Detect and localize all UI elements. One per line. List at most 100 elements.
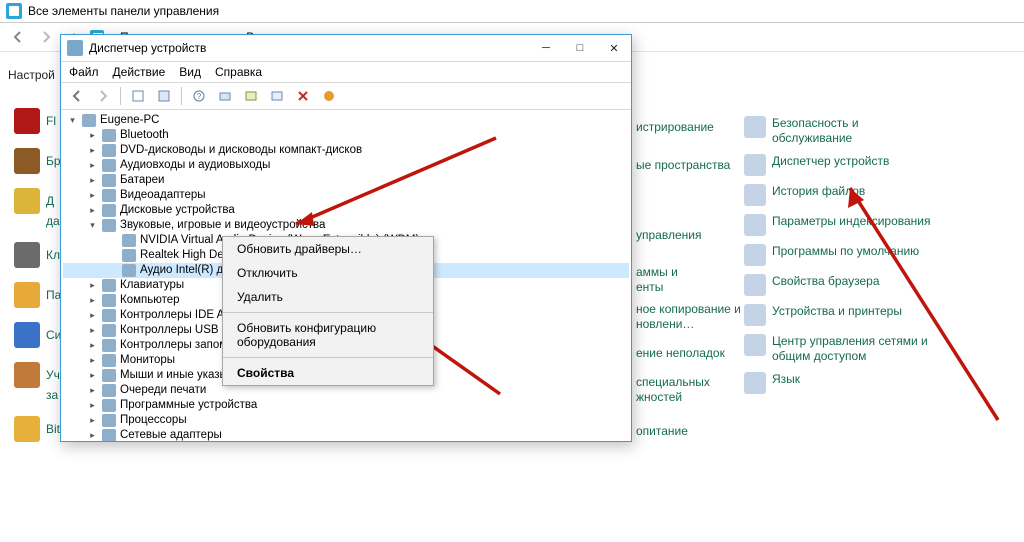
fragment[interactable]: аммы и bbox=[636, 265, 678, 279]
link-device-manager[interactable]: Диспетчер устройств bbox=[744, 150, 994, 180]
device-icon bbox=[102, 339, 116, 352]
menu-view[interactable]: Вид bbox=[179, 65, 201, 79]
expander-icon[interactable]: ▾ bbox=[87, 218, 98, 233]
tree-category[interactable]: ▸Bluetooth bbox=[63, 128, 629, 143]
expander-icon[interactable]: ▸ bbox=[87, 368, 98, 383]
tree-root[interactable]: ▾ Eugene-PC bbox=[63, 113, 629, 128]
maximize-button[interactable]: □ bbox=[563, 35, 597, 61]
expander-icon[interactable]: ▸ bbox=[87, 323, 98, 338]
expander-icon[interactable]: ▸ bbox=[87, 353, 98, 368]
expander-icon[interactable]: ▸ bbox=[87, 188, 98, 203]
fragment[interactable]: опитание bbox=[636, 424, 688, 438]
link-devices-printers[interactable]: Устройства и принтеры bbox=[744, 300, 994, 330]
expander-icon[interactable]: ▸ bbox=[87, 203, 98, 218]
minimize-button[interactable]: ─ bbox=[529, 35, 563, 61]
fragment[interactable]: истрирование bbox=[636, 120, 714, 134]
device-icon bbox=[102, 174, 116, 187]
expander-icon[interactable]: ▸ bbox=[87, 158, 98, 173]
expander-icon[interactable]: ▸ bbox=[87, 278, 98, 293]
link-security[interactable]: Безопасность и обслуживание bbox=[744, 112, 994, 150]
update-driver-button[interactable] bbox=[239, 84, 263, 108]
device-icon bbox=[102, 144, 116, 157]
device-icon bbox=[102, 414, 116, 427]
history-icon bbox=[744, 184, 766, 206]
back-button[interactable] bbox=[65, 84, 89, 108]
ctx-scan[interactable]: Обновить конфигурацию оборудования bbox=[223, 316, 433, 354]
svg-text:?: ? bbox=[197, 92, 202, 101]
tree-category[interactable]: ▸Дисковые устройства bbox=[63, 203, 629, 218]
left-partial-column: Fl Бр Д да Кл Па Си Уч за Bit bbox=[14, 108, 61, 442]
link-language[interactable]: Язык bbox=[744, 368, 994, 398]
expander-icon[interactable]: ▸ bbox=[87, 413, 98, 428]
expander-icon[interactable]: ▸ bbox=[87, 173, 98, 188]
expander-icon[interactable]: ▸ bbox=[87, 398, 98, 413]
context-menu: Обновить драйверы… Отключить Удалить Обн… bbox=[222, 236, 434, 386]
audio-device-icon bbox=[122, 264, 136, 277]
fragment[interactable]: ное копирование и bbox=[636, 302, 741, 316]
expander-icon[interactable]: ▸ bbox=[87, 308, 98, 323]
expander-icon[interactable]: ▸ bbox=[87, 383, 98, 398]
tree-category[interactable]: ▸Батареи bbox=[63, 173, 629, 188]
expander-icon[interactable]: ▸ bbox=[87, 338, 98, 353]
expander-icon[interactable]: ▸ bbox=[87, 293, 98, 308]
speaker-icon bbox=[102, 219, 116, 232]
fragment[interactable]: ые пространства bbox=[636, 158, 730, 172]
expander-icon[interactable]: ▸ bbox=[87, 428, 98, 441]
ctx-update-drivers[interactable]: Обновить драйверы… bbox=[223, 237, 433, 261]
show-hidden-button[interactable] bbox=[126, 84, 150, 108]
list-item[interactable]: Fl bbox=[46, 114, 56, 128]
device-manager-title: Диспетчер устройств bbox=[89, 41, 206, 55]
close-button[interactable]: ✕ bbox=[597, 35, 631, 61]
expander-icon[interactable]: ▸ bbox=[87, 143, 98, 158]
scan-button[interactable] bbox=[213, 84, 237, 108]
ctx-properties[interactable]: Свойства bbox=[223, 361, 433, 385]
control-panel-icon bbox=[6, 3, 22, 19]
link-index[interactable]: Параметры индексирования bbox=[744, 210, 994, 240]
forward-button[interactable] bbox=[91, 84, 115, 108]
menu-file[interactable]: Файл bbox=[69, 65, 99, 79]
link-file-history[interactable]: История файлов bbox=[744, 180, 994, 210]
forward-button[interactable] bbox=[34, 25, 58, 49]
expander-icon[interactable]: ▸ bbox=[87, 128, 98, 143]
list-item[interactable]: Бр bbox=[46, 154, 61, 168]
ctx-disable[interactable]: Отключить bbox=[223, 261, 433, 285]
device-icon bbox=[102, 159, 116, 172]
tree-category[interactable]: ▸DVD-дисководы и дисководы компакт-диско… bbox=[63, 143, 629, 158]
device-icon bbox=[102, 129, 116, 142]
control-panel-titlebar: Все элементы панели управления bbox=[0, 0, 1024, 23]
computer-icon bbox=[82, 114, 96, 127]
tree-category-sound[interactable]: ▾ Звуковые, игровые и видеоустройства bbox=[63, 218, 629, 233]
tree-category[interactable]: ▸Видеоадаптеры bbox=[63, 188, 629, 203]
fragment[interactable]: ение неполадок bbox=[636, 346, 725, 360]
fragment[interactable]: управления bbox=[636, 228, 701, 242]
language-icon bbox=[744, 372, 766, 394]
menu-help[interactable]: Справка bbox=[215, 65, 262, 79]
link-network-center[interactable]: Центр управления сетями и общим доступом bbox=[744, 330, 994, 368]
back-button[interactable] bbox=[6, 25, 30, 49]
list-item[interactable]: Кл bbox=[46, 248, 60, 262]
enable-button[interactable] bbox=[317, 84, 341, 108]
list-item[interactable]: Уч bbox=[46, 368, 60, 382]
menu-action[interactable]: Действие bbox=[113, 65, 166, 79]
fragment[interactable]: специальных bbox=[636, 375, 710, 389]
device-manager-icon bbox=[744, 154, 766, 176]
list-item[interactable]: Д bbox=[46, 194, 54, 208]
link-default-programs[interactable]: Программы по умолчанию bbox=[744, 240, 994, 270]
disable-button[interactable] bbox=[291, 84, 315, 108]
expander-icon[interactable]: ▾ bbox=[67, 113, 78, 128]
tree-category[interactable]: ▸Процессоры bbox=[63, 413, 629, 428]
list-item[interactable]: Bit bbox=[46, 422, 60, 436]
tree-category[interactable]: ▸Программные устройства bbox=[63, 398, 629, 413]
help-button[interactable]: ? bbox=[187, 84, 211, 108]
device-icon bbox=[102, 189, 116, 202]
tree-category[interactable]: ▸Аудиовходы и аудиовыходы bbox=[63, 158, 629, 173]
uninstall-button[interactable] bbox=[265, 84, 289, 108]
tree-category[interactable]: ▸Сетевые адаптеры bbox=[63, 428, 629, 441]
device-icon bbox=[102, 294, 116, 307]
link-internet-options[interactable]: Свойства браузера bbox=[744, 270, 994, 300]
device-icon bbox=[102, 309, 116, 322]
properties-button[interactable] bbox=[152, 84, 176, 108]
ctx-delete[interactable]: Удалить bbox=[223, 285, 433, 309]
device-manager-titlebar: Диспетчер устройств ─ □ ✕ bbox=[61, 35, 631, 62]
device-icon bbox=[102, 354, 116, 367]
